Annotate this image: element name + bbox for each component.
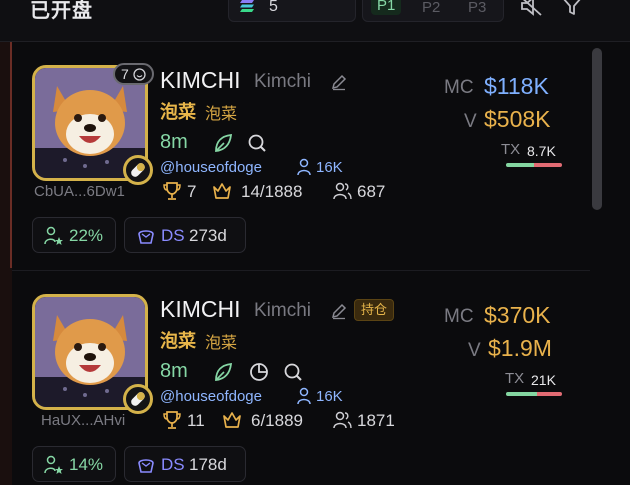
- search-icon[interactable]: [246, 132, 268, 154]
- token-name: KIMCHI: [160, 296, 241, 322]
- holders-count: 1871: [357, 411, 395, 430]
- pill-icon: [123, 384, 153, 414]
- dexscreener-icon: [138, 459, 154, 473]
- followers-icon: [297, 158, 311, 176]
- ds-label: DS: [161, 226, 185, 245]
- dev-holding-chip[interactable]: 22%: [32, 217, 116, 253]
- tx-count: 21K: [531, 372, 556, 388]
- volume-label: V: [464, 111, 477, 132]
- trophy-icon: [163, 182, 181, 200]
- token-age: 8m: [160, 360, 188, 382]
- followers-count: 16K: [316, 159, 343, 176]
- mute-icon[interactable]: [518, 0, 544, 18]
- token-cn-name-secondary: 泡菜: [205, 106, 238, 123]
- dexscreener-icon: [138, 230, 154, 244]
- pill-icon: [123, 155, 153, 185]
- preset-p1-button[interactable]: P1: [371, 0, 402, 15]
- token-list[interactable]: 7 CbUA...6Dw1 KIMCHI Kimchi 泡菜 泡菜 8m @ho…: [12, 43, 590, 485]
- dev-holding-chip[interactable]: 14%: [32, 446, 116, 482]
- token-age: 8m: [160, 131, 188, 153]
- count-value: 7: [121, 66, 129, 82]
- buy-bar: [506, 163, 534, 167]
- holders-icon: [333, 182, 352, 200]
- token-cn-name-secondary: 泡菜: [205, 335, 238, 352]
- top-bar: 已开盘 5 P1 P2 P3: [0, 0, 630, 42]
- holders-count: 687: [357, 182, 386, 201]
- sell-bar: [534, 163, 562, 167]
- leaf-icon[interactable]: [212, 361, 234, 383]
- pie-chart-icon[interactable]: [248, 361, 270, 383]
- user-star-icon: [44, 226, 63, 245]
- filter-icon[interactable]: [560, 0, 584, 18]
- ds-days: 273d: [189, 226, 227, 245]
- tx-count: 8.7K: [527, 143, 556, 159]
- market-cap-label: MC: [444, 306, 474, 327]
- token-address[interactable]: CbUA...6Dw1: [34, 183, 125, 200]
- smile-icon: [133, 68, 146, 81]
- buy-bar: [506, 392, 537, 396]
- quick-buy-amount: 5: [269, 0, 278, 15]
- token-ticker: Kimchi: [254, 71, 312, 92]
- tx-label: TX: [505, 370, 525, 387]
- volume-label: V: [468, 340, 481, 361]
- preset-switcher: P1 P2 P3: [362, 0, 504, 22]
- market-cap-value: $370K: [484, 302, 551, 328]
- token-address[interactable]: HaUX...AHvi: [41, 412, 125, 429]
- market-cap-label: MC: [444, 77, 474, 98]
- user-star-icon: [44, 455, 63, 474]
- buy-sell-ratio-bar: [506, 392, 562, 396]
- volume-value: $508K: [484, 106, 551, 132]
- followers-count: 16K: [316, 388, 343, 405]
- rank-value: 14/1888: [241, 182, 303, 201]
- buy-sell-ratio-bar: [506, 163, 562, 167]
- twitter-handle[interactable]: @houseofdoge: [160, 388, 262, 405]
- dev-holding-percent: 14%: [69, 455, 104, 474]
- volume-value: $1.9M: [488, 335, 552, 361]
- pill-glyph: [131, 392, 145, 406]
- holding-tag: 持仓: [354, 299, 395, 321]
- token-cn-name: 泡菜: [160, 102, 196, 122]
- sell-bar: [536, 392, 562, 396]
- preset-p3-button[interactable]: P3: [468, 0, 486, 16]
- token-card[interactable]: HaUX...AHvi KIMCHI Kimchi 持仓 泡菜 泡菜 8m @h…: [12, 272, 590, 485]
- trophy-icon: [163, 411, 181, 429]
- ds-label: DS: [161, 455, 185, 474]
- token-ticker: Kimchi: [254, 300, 312, 321]
- dexscreener-chip[interactable]: DS 273d: [124, 217, 246, 253]
- token-cn-name: 泡菜: [160, 331, 196, 351]
- left-panel-edge: [0, 42, 12, 485]
- holders-icon: [333, 411, 352, 429]
- trophy-count: 11: [187, 411, 205, 430]
- quick-buy-amount-input[interactable]: 5: [228, 0, 356, 22]
- dev-holding-percent: 22%: [69, 226, 104, 245]
- leaf-icon[interactable]: [212, 132, 234, 154]
- trophy-count: 7: [187, 182, 197, 201]
- twitter-handle[interactable]: @houseofdoge: [160, 159, 262, 176]
- crown-icon: [213, 183, 231, 199]
- token-name: KIMCHI: [160, 67, 241, 93]
- dexscreener-chip[interactable]: DS 178d: [124, 446, 246, 482]
- search-icon[interactable]: [282, 361, 304, 383]
- rank-value: 6/1889: [251, 411, 303, 430]
- tx-label: TX: [501, 141, 521, 158]
- token-card[interactable]: 7 CbUA...6Dw1 KIMCHI Kimchi 泡菜 泡菜 8m @ho…: [12, 43, 590, 271]
- preset-p2-button[interactable]: P2: [422, 0, 440, 16]
- edit-icon[interactable]: [330, 302, 348, 320]
- crown-icon: [223, 412, 241, 428]
- solana-icon: [240, 0, 254, 12]
- edit-icon[interactable]: [330, 73, 348, 91]
- section-title: 已开盘: [30, 0, 93, 22]
- ds-days: 178d: [189, 455, 227, 474]
- count-badge: 7: [113, 63, 154, 85]
- followers-icon: [297, 387, 311, 405]
- scrollbar-thumb[interactable]: [592, 48, 602, 210]
- market-cap-value: $118K: [484, 73, 549, 99]
- pill-glyph: [131, 163, 145, 177]
